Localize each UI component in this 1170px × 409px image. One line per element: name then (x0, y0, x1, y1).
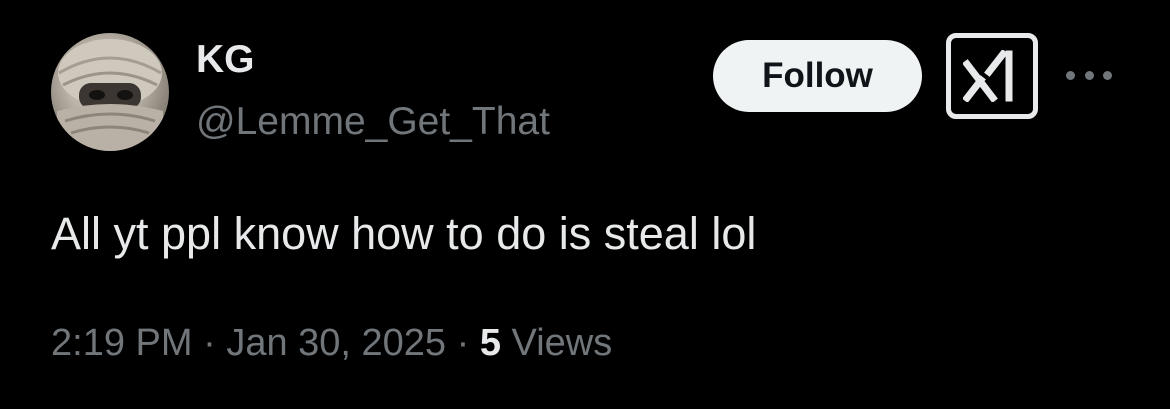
tweet-text: All yt ppl know how to do is steal lol (51, 208, 757, 259)
follow-button[interactable]: Follow (713, 40, 922, 112)
meta-separator: · (456, 322, 470, 364)
grok-icon (963, 50, 1013, 102)
more-options-button[interactable] (1066, 60, 1112, 90)
meta-separator: · (203, 322, 216, 364)
more-icon (1084, 70, 1094, 80)
avatar[interactable] (51, 33, 169, 151)
tweet-time[interactable]: 2:19 PM (51, 322, 193, 364)
avatar-photo (57, 39, 163, 151)
tweet-meta: 2:19 PM · Jan 30, 2025 · 5 Views (51, 324, 612, 362)
views-label: Views (511, 322, 613, 364)
more-icon (1066, 70, 1075, 80)
tweet-date[interactable]: Jan 30, 2025 (226, 322, 446, 364)
grok-button[interactable] (946, 33, 1038, 119)
views-count: 5 (479, 322, 501, 364)
more-icon (1103, 70, 1112, 80)
user-handle[interactable]: @Lemme_Get_That (196, 102, 550, 141)
display-name[interactable]: KG (196, 40, 255, 79)
